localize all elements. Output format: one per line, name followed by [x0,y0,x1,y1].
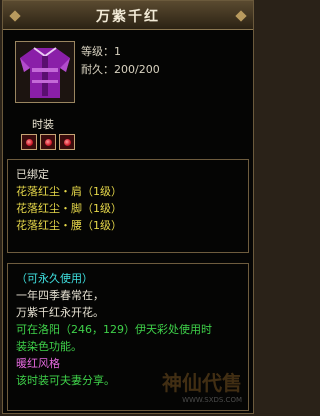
item-title: 万紫千红 [96,9,160,25]
item-stats: 等级：1 耐久：200/200 [81,43,160,79]
gem-slots [21,134,75,150]
durability-stat: 耐久：200/200 [81,63,160,76]
gem-slot [21,134,37,150]
gem-icon [63,138,71,146]
poem-line: 万紫千红永开花。 [16,306,104,319]
item-icon-frame [15,41,75,103]
set-piece: 花落红尘・肩（1级） [16,185,122,198]
watermark-brand: 神仙代售 [162,371,242,395]
dye-info: 装染色功能。 [16,340,82,353]
set-piece: 花落红尘・腰（1级） [16,219,122,232]
item-category: 时装 [32,118,54,131]
watermark-url: WWW.SXDS.COM [182,396,242,404]
gem-icon [44,138,52,146]
bound-info-panel: 已绑定 花落红尘・肩（1级） 花落红尘・脚（1级） 花落红尘・腰（1级） [7,159,249,253]
gem-slot [40,134,56,150]
level-stat: 等级：1 [81,45,121,58]
set-piece: 花落红尘・脚（1级） [16,202,122,215]
gem-slot [59,134,75,150]
watermark: 神仙代售 WWW.SXDS.COM [162,367,242,404]
item-tooltip: 万紫千红 等级：1 耐久：200/200 时装 已绑定 花落红尘・肩（1级） 花… [2,0,254,414]
bound-status: 已绑定 [16,168,49,181]
tooltip-header: 万紫千红 [3,1,253,30]
robe-icon [16,42,74,102]
poem-line: 一年四季春常在， [16,289,104,302]
gem-icon [25,138,33,146]
dye-info: 可在洛阳（246，129）伊天彩处使用时 [16,323,212,336]
usage-note: （可永久使用） [16,272,93,285]
description-panel: （可永久使用） 一年四季春常在， 万紫千红永开花。 可在洛阳（246，129）伊… [7,263,249,411]
